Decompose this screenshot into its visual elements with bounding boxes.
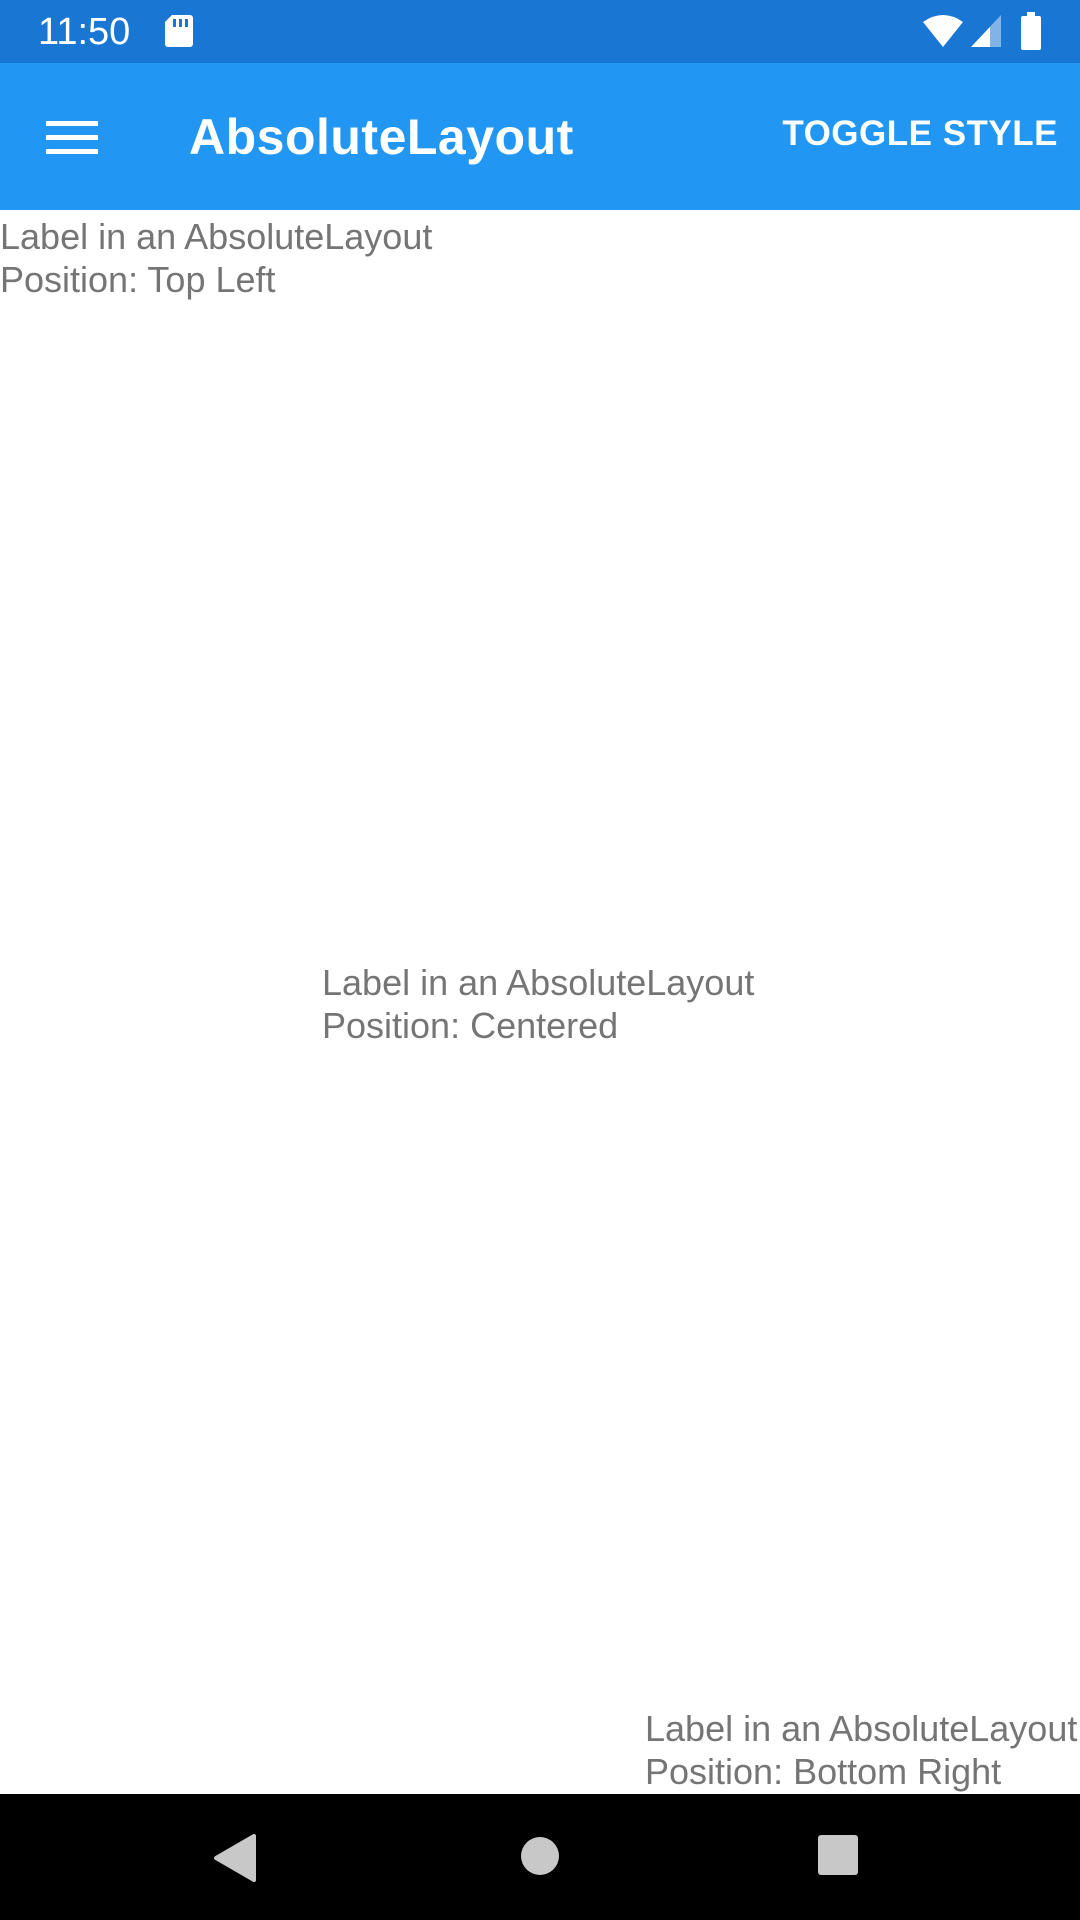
- label-centered: Label in an AbsoluteLayout Position: Cen…: [322, 961, 754, 1047]
- hamburger-menu-icon: [46, 121, 98, 154]
- menu-button[interactable]: [30, 98, 114, 178]
- label-text: Label in an AbsoluteLayout: [0, 216, 433, 257]
- screen: 11:50 AbsoluteLayout TOGGLE STYLE Label …: [0, 0, 1080, 1920]
- label-top-left: Label in an AbsoluteLayout Position: Top…: [0, 215, 432, 301]
- battery-icon: [1021, 12, 1041, 50]
- label-text: Label in an AbsoluteLayout: [322, 962, 755, 1003]
- label-text: Label in an AbsoluteLayout: [645, 1708, 1078, 1749]
- toggle-style-button[interactable]: TOGGLE STYLE: [782, 111, 1058, 157]
- label-position-text: Position: Top Left: [0, 259, 276, 300]
- navigation-bar: [0, 1794, 1080, 1920]
- label-position-text: Position: Bottom Right: [645, 1751, 1002, 1792]
- label-position-text: Position: Centered: [322, 1005, 619, 1046]
- home-icon[interactable]: [518, 1834, 562, 1878]
- status-time: 11:50: [38, 11, 131, 53]
- wifi-icon: [923, 15, 963, 47]
- status-bar: 11:50: [0, 0, 1080, 63]
- app-bar: AbsoluteLayout TOGGLE STYLE: [0, 63, 1080, 210]
- page-title: AbsoluteLayout: [189, 109, 574, 165]
- cell-signal-icon: [971, 15, 1001, 47]
- recents-icon[interactable]: [817, 1834, 859, 1876]
- back-icon[interactable]: [212, 1834, 260, 1882]
- label-bottom-right: Label in an AbsoluteLayout Position: Bot…: [645, 1707, 1077, 1793]
- sd-card-icon: [165, 15, 193, 47]
